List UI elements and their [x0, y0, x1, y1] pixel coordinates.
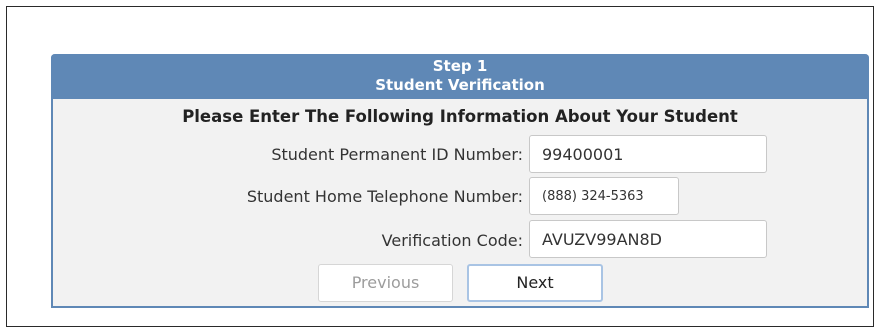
home-phone-label: Student Home Telephone Number: — [246, 187, 523, 206]
step-title: Student Verification — [375, 76, 545, 94]
verification-code-label: Verification Code: — [381, 231, 523, 250]
page-frame: Step 1 Student Verification Please Enter… — [6, 6, 874, 327]
previous-button[interactable]: Previous — [318, 264, 453, 302]
step-label: Step 1 — [432, 57, 488, 75]
home-phone-input[interactable] — [529, 177, 679, 215]
student-verification-panel: Step 1 Student Verification Please Enter… — [51, 54, 869, 308]
student-id-label: Student Permanent ID Number: — [271, 145, 523, 164]
verification-code-input[interactable] — [529, 220, 767, 258]
next-button[interactable]: Next — [467, 264, 603, 302]
panel-header: Step 1 Student Verification — [51, 54, 869, 99]
student-id-input[interactable] — [529, 135, 767, 173]
instructions-heading: Please Enter The Following Information A… — [182, 107, 738, 126]
